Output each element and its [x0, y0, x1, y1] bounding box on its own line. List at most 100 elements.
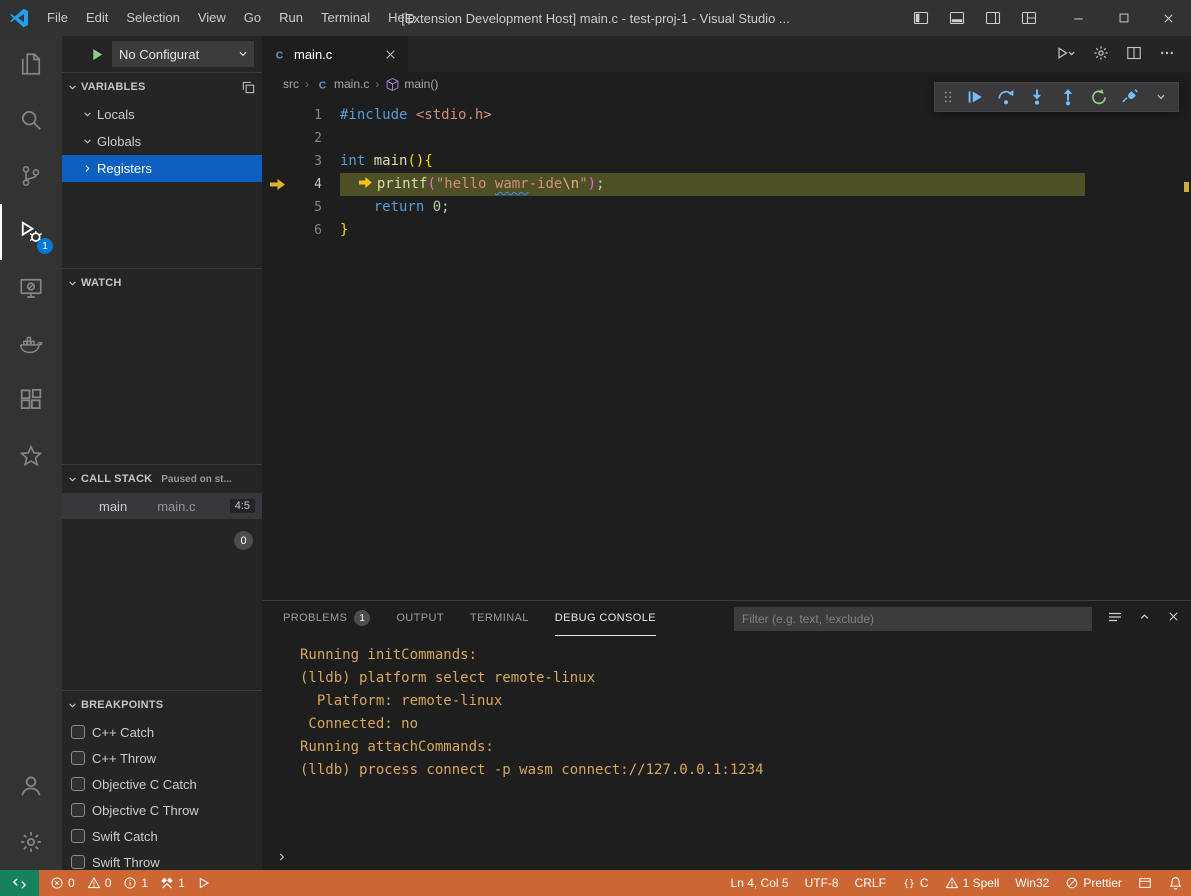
layout-panel-icon[interactable] [944, 3, 970, 33]
status-prettier[interactable]: Prettier [1057, 870, 1130, 896]
code-text[interactable]: int main(){ [340, 150, 433, 173]
breakpoint-checkbox[interactable] [71, 855, 85, 869]
debug-step-over-button[interactable] [994, 84, 1018, 110]
gutter[interactable] [262, 219, 294, 242]
activity-star[interactable] [0, 428, 62, 484]
breakpoint-row[interactable]: C++ Catch [62, 719, 262, 745]
status-language-mode[interactable]: {}C [894, 870, 937, 896]
more-button[interactable] [1159, 45, 1175, 64]
variables-item-registers[interactable]: Registers [62, 155, 262, 182]
gutter[interactable] [262, 196, 294, 219]
minimize-button[interactable] [1056, 0, 1101, 36]
status-spell-checker[interactable]: 1 Spell [937, 870, 1008, 896]
activity-remote-explorer[interactable] [0, 260, 62, 316]
close-tab-icon[interactable] [383, 47, 398, 62]
activity-run-and-debug[interactable]: 1 [0, 204, 62, 260]
menu-selection[interactable]: Selection [117, 0, 188, 36]
menu-terminal[interactable]: Terminal [312, 0, 379, 36]
gutter[interactable] [262, 150, 294, 173]
breadcrumb-src[interactable]: src [283, 77, 299, 91]
breakpoint-checkbox[interactable] [71, 829, 85, 843]
variables-item-locals[interactable]: Locals [62, 101, 262, 128]
breakpoint-checkbox[interactable] [71, 803, 85, 817]
panel-tab-output[interactable]: OUTPUT [396, 601, 444, 636]
breakpoint-row[interactable]: C++ Throw [62, 745, 262, 771]
debug-disconnect-button[interactable] [1118, 84, 1142, 110]
debug-continue-button[interactable] [963, 84, 987, 110]
gutter[interactable] [262, 127, 294, 150]
variables-item-globals[interactable]: Globals [62, 128, 262, 155]
debug-step-into-button[interactable] [1025, 84, 1049, 110]
call-stack-section-header[interactable]: CALL STACK Paused on st... [62, 465, 262, 493]
code-text[interactable]: #include <stdio.h> [340, 104, 492, 127]
menu-file[interactable]: File [38, 0, 77, 36]
call-stack-frame[interactable]: main main.c 4:5 [62, 493, 262, 519]
activity-source-control[interactable] [0, 148, 62, 204]
status-platform[interactable]: Win32 [1007, 870, 1057, 896]
breakpoints-section-header[interactable]: BREAKPOINTS [62, 691, 262, 719]
status-debug-status[interactable] [191, 870, 217, 896]
activity-account[interactable] [0, 758, 62, 814]
activity-extensions[interactable] [0, 372, 62, 428]
close-button[interactable] [1146, 0, 1191, 36]
breakpoint-checkbox[interactable] [71, 777, 85, 791]
run-dropdown-button[interactable] [1056, 45, 1076, 64]
panel-close-button[interactable] [1166, 609, 1181, 628]
split-editor-button[interactable] [1126, 45, 1142, 64]
console-filter-input[interactable] [734, 607, 1092, 631]
status-problems-info[interactable]: 1 [117, 870, 154, 896]
breakpoint-row[interactable]: Objective C Catch [62, 771, 262, 797]
debug-console-output[interactable]: Running initCommands:(lldb) platform sel… [262, 636, 1191, 844]
panel-chevron-up-button[interactable] [1137, 609, 1152, 628]
status-notifications[interactable] [1160, 870, 1191, 896]
status-remote-indicator[interactable] [0, 870, 39, 896]
status-eol[interactable]: CRLF [847, 870, 894, 896]
gear-button[interactable] [1093, 45, 1109, 64]
status-problems-errors[interactable]: 0 [44, 870, 81, 896]
status-cursor-position[interactable]: Ln 4, Col 5 [723, 870, 797, 896]
menu-run[interactable]: Run [270, 0, 312, 36]
status-tools-count[interactable]: 1 [154, 870, 191, 896]
tab-main-c[interactable]: C main.c [262, 36, 408, 72]
layout-sidebar-right-icon[interactable] [980, 3, 1006, 33]
variables-section-header[interactable]: VARIABLES [62, 73, 262, 101]
panel-tab-debug-console[interactable]: DEBUG CONSOLE [555, 601, 656, 636]
gutter[interactable] [262, 104, 294, 127]
code-editor[interactable]: 1#include <stdio.h>23int main(){4 printf… [262, 96, 1191, 600]
watch-section-header[interactable]: WATCH [62, 269, 262, 297]
breadcrumb-main-c[interactable]: Cmain.c [315, 77, 369, 92]
status-encoding[interactable]: UTF-8 [797, 870, 847, 896]
debug-restart-button[interactable] [1087, 84, 1111, 110]
debug-chevron-down-button[interactable] [1149, 84, 1173, 110]
code-text[interactable]: printf("hello wamr-ide\n"); [340, 173, 1085, 196]
menu-edit[interactable]: Edit [77, 0, 117, 36]
activity-search[interactable] [0, 92, 62, 148]
debug-step-out-button[interactable] [1056, 84, 1080, 110]
gutter[interactable] [262, 173, 294, 196]
status-misc-panel[interactable] [1130, 870, 1160, 896]
collapse-all-icon[interactable] [241, 80, 256, 95]
menu-go[interactable]: Go [235, 0, 270, 36]
panel-tab-problems[interactable]: PROBLEMS1 [283, 601, 370, 636]
panel-tab-terminal[interactable]: TERMINAL [470, 601, 529, 636]
start-debugging-icon[interactable] [90, 47, 105, 62]
layout-customize-icon[interactable] [1016, 3, 1042, 33]
breakpoint-checkbox[interactable] [71, 751, 85, 765]
status-problems-warnings[interactable]: 0 [81, 870, 118, 896]
code-text[interactable]: return 0; [340, 196, 450, 219]
panel-lines-button[interactable] [1107, 609, 1123, 628]
debug-config-dropdown[interactable]: No Configurat [112, 41, 254, 67]
code-text[interactable]: } [340, 219, 348, 242]
activity-settings[interactable] [0, 814, 62, 870]
breakpoint-row[interactable]: Objective C Throw [62, 797, 262, 823]
breakpoint-checkbox[interactable] [71, 725, 85, 739]
activity-explorer[interactable] [0, 36, 62, 92]
breakpoint-row[interactable]: Swift Catch [62, 823, 262, 849]
debug-console-input[interactable] [262, 844, 1191, 870]
activity-docker[interactable] [0, 316, 62, 372]
maximize-button[interactable] [1101, 0, 1146, 36]
menu-view[interactable]: View [189, 0, 235, 36]
breadcrumb-main-[interactable]: main() [385, 77, 438, 92]
breakpoint-row[interactable]: Swift Throw [62, 849, 262, 870]
layout-sidebar-icon[interactable] [908, 3, 934, 33]
